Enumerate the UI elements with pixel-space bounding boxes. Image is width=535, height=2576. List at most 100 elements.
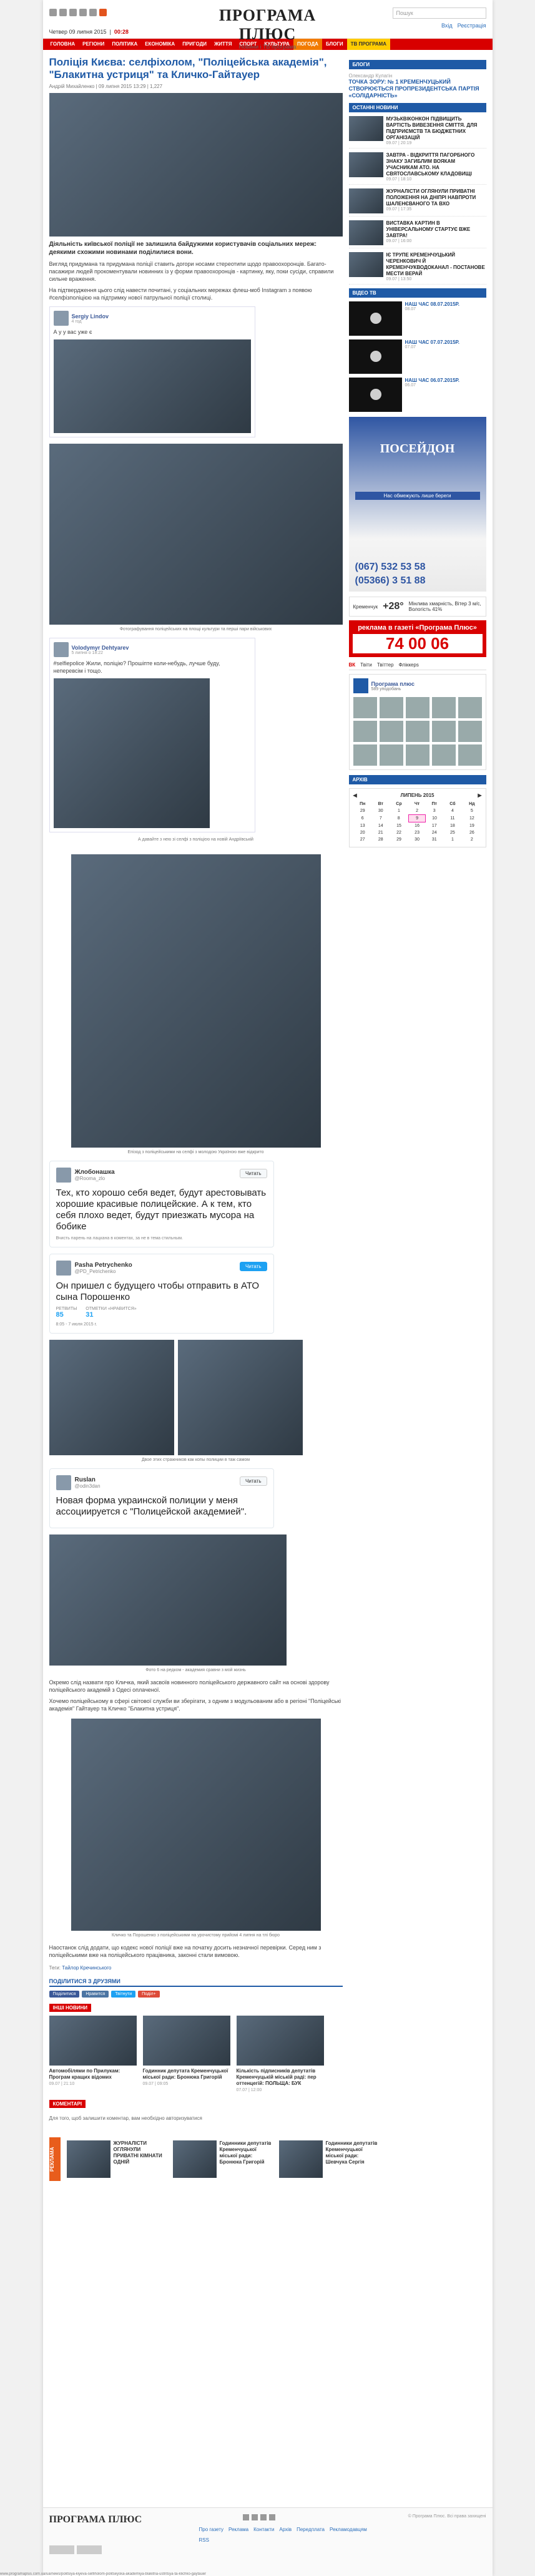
nav-economy[interactable]: ЕКОНОМІКА [141,39,179,50]
related-title[interactable]: Автомобілями по Прилукам: Програм кращих… [49,2068,137,2081]
cal-day[interactable]: 5 [462,807,481,815]
cal-day[interactable]: 24 [426,829,443,836]
youtube-icon[interactable] [268,2514,275,2520]
cal-day[interactable]: 19 [462,822,481,830]
register-link[interactable]: Реєстрація [458,22,486,29]
avatar[interactable] [458,697,482,718]
cal-day[interactable]: 16 [408,822,425,830]
facebook-icon[interactable] [49,9,57,16]
cal-day[interactable]: 11 [443,815,463,822]
fb-page-title[interactable]: Програма плюс [371,681,415,687]
cal-day[interactable]: 15 [390,822,409,830]
news-item[interactable]: МУЗЬКВІКОНКОН ПІДВИЩИТЬ ВАРТІСТЬ ВИВЕЗЕН… [348,116,486,149]
video-item[interactable]: НАШ ЧАС 08.07.2015Р. 08.07 [348,301,486,336]
avatar[interactable] [379,697,403,718]
tweet-author[interactable]: Жлобонашка [75,1169,115,1176]
follow-button[interactable]: Читать [240,1476,267,1486]
cal-day[interactable]: 9 [408,814,426,822]
play-icon[interactable] [370,389,381,400]
poseidon-ad-banner[interactable]: ПОСЕЙДОН Нас обмежують лише береги (067)… [348,417,486,592]
cal-day[interactable]: 8 [390,815,409,822]
avatar[interactable] [353,697,377,718]
tab-vk[interactable]: ВК [349,662,356,668]
avatar[interactable] [431,697,456,718]
tab-flickr[interactable]: Фліккерs [399,662,419,668]
avatar[interactable] [405,697,429,718]
avatar[interactable] [353,744,377,766]
avatar[interactable] [405,721,429,742]
related-item[interactable]: Автомобілями по Прилукам: Програм кращих… [49,2016,137,2092]
avatar[interactable] [379,744,403,766]
tweet-handle[interactable]: @PD_Petrichenko [75,1269,132,1274]
cal-day[interactable]: 25 [443,829,463,836]
news-title[interactable]: ІЄ ТРУПЕ КРЕМЕНЧУЦЬКИЙ ЧЕРЕНКОВИЧ Й КРЕМ… [386,252,486,277]
tab-tweets[interactable]: Твіти [360,662,372,668]
cal-day[interactable]: 7 [372,815,390,822]
news-title[interactable]: ВИСТАВКА КАРТИН В УНІВЕРСАЛЬНОМУ СТАРТУЄ… [386,220,486,239]
gplus-share-button[interactable]: Поділ+ [138,1991,160,1998]
cal-day[interactable]: 2 [408,807,425,815]
counter-badge[interactable] [76,2545,102,2554]
follow-button[interactable]: Читать [240,1262,267,1271]
avatar[interactable] [458,744,482,766]
footer-link[interactable]: Рекламодавцям [330,2527,367,2532]
tweet-button[interactable]: Твітнути [111,1991,136,1998]
cal-day[interactable]: 31 [426,836,443,843]
login-link[interactable]: Вхід [441,22,453,29]
news-title[interactable]: ЖУРНАЛІСТИ ОГЛЯНУЛИ ПРИВАТНІ ПОЛОЖЕННЯ Н… [386,188,486,207]
blog-title[interactable]: ТОЧКА ЗОРУ: № 1 КРЕМЕНЧУЦЬКИЙ СТВОРЮЄТЬС… [349,79,486,99]
avatar[interactable] [379,721,403,742]
next-month-arrow-icon[interactable]: ▶ [478,793,481,798]
news-item[interactable]: ЗАВТРА - ВІДКРИТТЯ ПАГОРБНОГО ЗНАКУ ЗАГИ… [348,152,486,185]
post-author[interactable]: Volodymyr Dehtyarev [72,645,129,651]
cal-day[interactable]: 23 [408,829,425,836]
tweet-handle[interactable]: @odin3dan [75,1483,101,1489]
footer-link[interactable]: RSS [199,2537,209,2543]
related-item[interactable]: Кількість підписників депутатів Кременчу… [236,2016,324,2092]
rss-icon[interactable] [99,9,107,16]
avatar[interactable] [405,744,429,766]
cal-day[interactable]: 22 [390,829,409,836]
promo-title[interactable]: Годинники депутатів Кременчуцької місько… [326,2140,379,2178]
promo-item[interactable]: ЖУРНАЛІСТИ ОГЛЯНУЛИ ПРИВАТНІ КІМНАТИ ОДН… [66,2140,167,2178]
facebook-share-button[interactable]: Поділитися [49,1991,80,1998]
youtube-icon[interactable] [79,9,87,16]
video-item[interactable]: НАШ ЧАС 06.07.2015Р. 06.07 [348,378,486,412]
cal-day[interactable]: 1 [443,836,463,843]
follow-button[interactable]: Читать [240,1169,267,1178]
cal-day[interactable]: 12 [462,815,481,822]
avatar[interactable] [458,721,482,742]
cal-day[interactable]: 28 [372,836,390,843]
post-author[interactable]: Sergiy Lindov [72,313,109,320]
cal-day[interactable]: 6 [353,815,372,822]
footer-link[interactable]: Реклама [228,2527,248,2532]
cal-day[interactable]: 26 [462,829,481,836]
cal-day[interactable]: 27 [353,836,372,843]
promo-title[interactable]: Годинники депутатів Кременчуцької місько… [220,2140,273,2178]
footer-link[interactable]: Передплата [297,2527,325,2532]
tweet-author[interactable]: Ruslan [75,1476,101,1483]
footer-link[interactable]: Про газету [199,2527,224,2532]
footer-link[interactable]: Контакти [253,2527,274,2532]
google-plus-icon[interactable] [89,9,97,16]
avatar[interactable] [431,721,456,742]
nav-politics[interactable]: ПОЛІТИКА [108,39,141,50]
vk-like-button[interactable]: Нравится [82,1991,109,1998]
news-title[interactable]: МУЗЬКВІКОНКОН ПІДВИЩИТЬ ВАРТІСТЬ ВИВЕЗЕН… [386,116,486,141]
play-icon[interactable] [370,313,381,324]
cal-day[interactable]: 20 [353,829,372,836]
avatar[interactable] [353,721,377,742]
cal-day[interactable]: 2 [462,836,481,843]
cal-day[interactable]: 1 [390,807,409,815]
cal-day[interactable]: 17 [426,822,443,830]
cal-day[interactable]: 30 [408,836,425,843]
cal-day[interactable]: 3 [426,807,443,815]
twitter-icon[interactable] [69,9,77,16]
video-item[interactable]: НАШ ЧАС 07.07.2015Р. 07.07 [348,339,486,374]
search-input[interactable]: Пошук [392,7,486,19]
news-item[interactable]: ЖУРНАЛІСТИ ОГЛЯНУЛИ ПРИВАТНІ ПОЛОЖЕННЯ Н… [348,188,486,217]
promo-title[interactable]: ЖУРНАЛІСТИ ОГЛЯНУЛИ ПРИВАТНІ КІМНАТИ ОДН… [114,2140,167,2178]
cal-day[interactable]: 14 [372,822,390,830]
nav-regions[interactable]: РЕГІОНИ [79,39,108,50]
tweet-handle[interactable]: @Rooma_zlo [75,1176,115,1181]
